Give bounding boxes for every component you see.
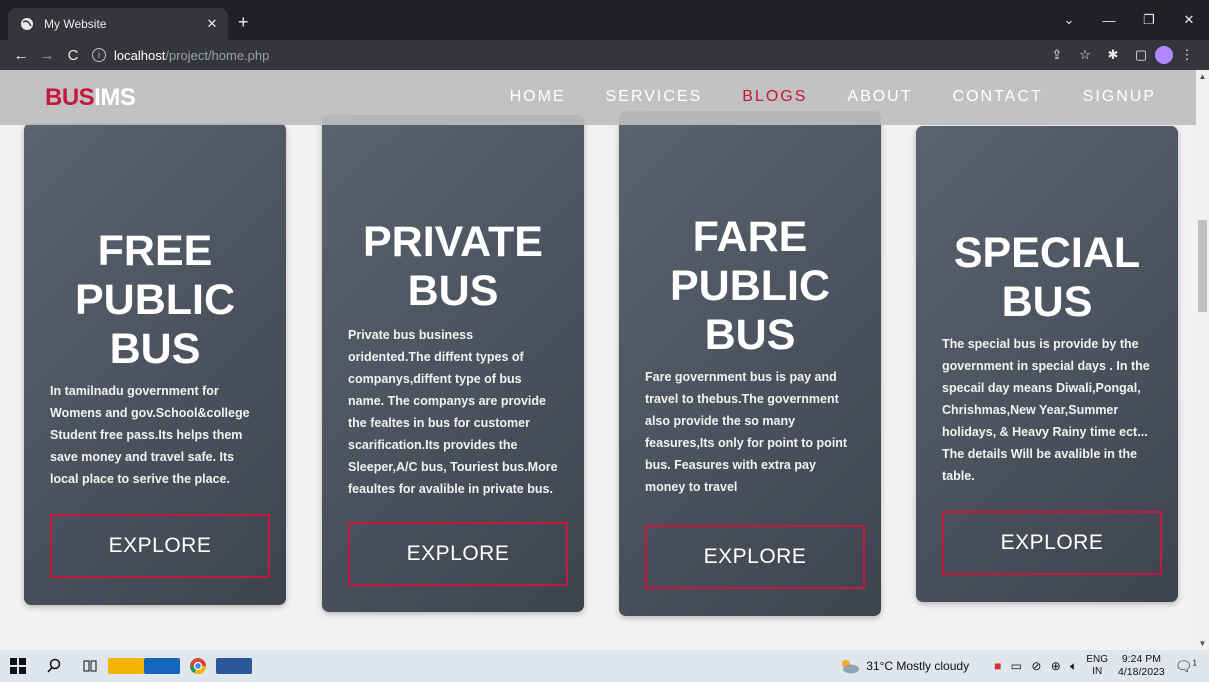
browser-toolbar: ← → C i localhost/project/home.php ⇪ ☆ ✱…	[0, 40, 1209, 70]
card-free-public-bus: FREE PUBLIC BUS In tamilnadu government …	[24, 123, 286, 605]
camera-off-icon[interactable]: ⊘	[1031, 659, 1041, 673]
lang-bottom: IN	[1092, 666, 1103, 677]
window-controls: ⌄ — ❐ ✕	[1049, 0, 1209, 40]
address-bar[interactable]: i localhost/project/home.php	[92, 48, 1043, 63]
scroll-up-icon[interactable]: ▲	[1196, 72, 1209, 81]
task-view-icon[interactable]	[72, 658, 108, 674]
windows-taskbar: 31°C Mostly cloudy ■ ▭ ⊘ ⊕ 🔈︎ ENG IN 9:2…	[0, 650, 1209, 682]
site-info-icon[interactable]: i	[92, 48, 106, 62]
weather-text: 31°C Mostly cloudy	[866, 659, 970, 673]
clock-time: 9:24 PM	[1121, 653, 1161, 665]
browser-tab[interactable]: My Website ✕	[8, 8, 228, 40]
card-title: FREE PUBLIC BUS	[74, 227, 236, 373]
clock[interactable]: 9:24 PM 4/18/2023	[1118, 653, 1165, 679]
site-menu: HOME SERVICES BLOGS ABOUT CONTACT SIGNUP	[470, 88, 1156, 106]
nav-signup[interactable]: SIGNUP	[1083, 88, 1156, 106]
clock-date: 4/18/2023	[1118, 666, 1165, 678]
extensions-icon[interactable]: ✱	[1099, 47, 1127, 63]
more-menu-icon[interactable]: ⋮	[1173, 47, 1201, 63]
explore-button[interactable]: EXPLORE	[50, 514, 270, 578]
site-navbar: BUSIMS HOME SERVICES BLOGS ABOUT CONTACT…	[0, 70, 1196, 125]
toolbar-actions: ⇪ ☆ ✱ ▢ ⋮	[1043, 46, 1201, 64]
url-path: /project/home.php	[165, 47, 270, 63]
scroll-down-icon[interactable]: ▼	[1196, 639, 1209, 648]
profile-avatar[interactable]	[1155, 46, 1173, 64]
nav-about[interactable]: ABOUT	[847, 88, 912, 106]
explore-button[interactable]: EXPLORE	[942, 511, 1162, 575]
site-logo[interactable]: BUSIMS	[45, 84, 136, 112]
taskbar-apps	[0, 657, 252, 675]
logo-bus: BUS	[45, 84, 95, 111]
card-text: Fare government bus is pay and travel to…	[645, 370, 848, 494]
globe-icon	[20, 17, 34, 31]
side-panel-icon[interactable]: ▢	[1127, 47, 1155, 63]
share-icon[interactable]: ⇪	[1043, 47, 1071, 63]
network-icon[interactable]: ⊕	[1051, 659, 1061, 673]
app-tray-icon[interactable]: ■	[994, 659, 1001, 673]
card-text: Private bus business oridented.The diffe…	[348, 328, 558, 496]
nav-home[interactable]: HOME	[510, 88, 566, 106]
nav-blogs[interactable]: BLOGS	[742, 88, 807, 106]
battery-icon[interactable]: ▭	[1011, 659, 1022, 673]
word-icon[interactable]	[216, 658, 252, 674]
cloud-sun-icon	[842, 660, 860, 674]
card-text: The special bus is provide by the govern…	[942, 337, 1150, 483]
logo-ims: IMS	[94, 84, 136, 111]
close-window-button[interactable]: ✕	[1169, 12, 1209, 28]
card-special-bus: SPECIAL BUS The special bus is provide b…	[916, 126, 1178, 602]
scrollbar-thumb[interactable]	[1198, 220, 1207, 312]
card-text: In tamilnadu government for Womens and g…	[50, 384, 250, 486]
tab-title: My Website	[44, 17, 107, 31]
notification-count: 1	[1192, 657, 1197, 667]
browser-tab-bar: My Website ✕ + ⌄ — ❐ ✕	[0, 0, 1209, 40]
card-title: PRIVATE BUS	[363, 218, 543, 315]
card-fare-public-bus: FARE PUBLIC BUS Fare government bus is p…	[619, 111, 881, 616]
close-tab-icon[interactable]: ✕	[202, 16, 222, 32]
card-title: SPECIAL BUS	[953, 229, 1141, 326]
tab-search-icon[interactable]: ⌄	[1049, 12, 1089, 28]
explore-button[interactable]: EXPLORE	[645, 525, 865, 589]
system-tray: 31°C Mostly cloudy ■ ▭ ⊘ ⊕ 🔈︎ ENG IN 9:2…	[838, 650, 1209, 682]
notifications-icon[interactable]: 🗨︎1	[1175, 658, 1197, 675]
weather-widget[interactable]: 31°C Mostly cloudy	[838, 658, 969, 674]
volume-icon[interactable]: 🔈︎	[1070, 659, 1077, 673]
new-tab-button[interactable]: +	[238, 12, 249, 33]
language-indicator[interactable]: ENG IN	[1086, 654, 1108, 678]
restore-button[interactable]: ❐	[1129, 12, 1169, 28]
page-scrollbar[interactable]: ▲ ▼	[1196, 70, 1209, 650]
forward-arrow-icon[interactable]: →	[34, 47, 60, 64]
store-icon[interactable]	[144, 658, 180, 674]
tray-icons: ■ ▭ ⊘ ⊕ 🔈︎	[991, 659, 1080, 674]
card-title: FARE PUBLIC BUS	[669, 213, 831, 359]
minimize-button[interactable]: —	[1089, 13, 1129, 28]
windows-start-icon[interactable]	[0, 658, 36, 674]
nav-services[interactable]: SERVICES	[606, 88, 703, 106]
chrome-icon[interactable]	[180, 657, 216, 675]
lang-top: ENG	[1086, 654, 1109, 665]
card-private-bus: PRIVATE BUS Private bus business orident…	[322, 115, 584, 612]
nav-contact[interactable]: CONTACT	[953, 88, 1043, 106]
search-icon[interactable]	[36, 658, 72, 674]
bookmark-star-icon[interactable]: ☆	[1071, 47, 1099, 63]
url-host: localhost	[114, 47, 166, 63]
file-explorer-icon[interactable]	[108, 658, 144, 674]
back-arrow-icon[interactable]: ←	[8, 47, 34, 64]
page-viewport: BUSIMS HOME SERVICES BLOGS ABOUT CONTACT…	[0, 70, 1196, 650]
reload-icon[interactable]: C	[60, 47, 86, 64]
explore-button[interactable]: EXPLORE	[348, 522, 568, 586]
